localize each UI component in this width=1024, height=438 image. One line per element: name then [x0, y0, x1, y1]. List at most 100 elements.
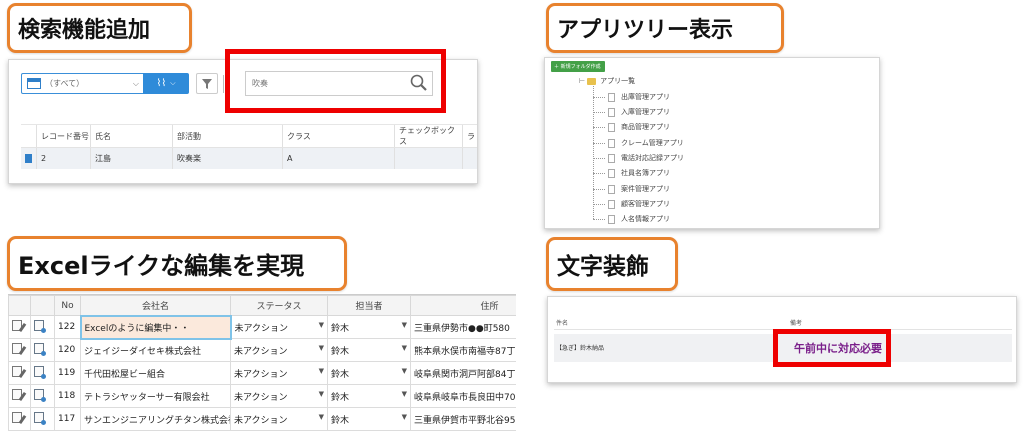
cell-status[interactable]: 未アクション ▼: [230, 407, 328, 431]
dropdown-arrow-icon[interactable]: ▼: [402, 344, 407, 357]
cell-no: 120: [54, 338, 81, 362]
tree-item-label: 顧客管理アプリ: [621, 200, 670, 208]
col-address: 住所: [410, 295, 516, 316]
tree-item[interactable]: 案件管理アプリ: [593, 183, 670, 195]
cell-person[interactable]: 鈴木 ▼: [327, 338, 411, 362]
tree-item[interactable]: 出庫管理アプリ: [593, 91, 670, 103]
cell-person[interactable]: 鈴木 ▼: [327, 384, 411, 408]
dropdown-arrow-icon[interactable]: ▼: [319, 413, 324, 426]
edit-icon[interactable]: [12, 389, 22, 400]
tree-item[interactable]: 人名情報アプリ: [593, 213, 670, 225]
copy-icon[interactable]: [34, 343, 46, 356]
page-icon: [608, 138, 615, 148]
excel-grid: No 会社名 ステータス 担当者 住所 122 Excelのように編集中・・ 未…: [8, 295, 516, 431]
dropdown-arrow-icon[interactable]: ▼: [402, 390, 407, 403]
tree-item-label: 電話対応記録アプリ: [621, 154, 684, 162]
cell-company-editing[interactable]: Excelのように編集中・・: [79, 314, 232, 340]
excel-grid-panel: No 会社名 ステータス 担当者 住所 122 Excelのように編集中・・ 未…: [8, 294, 516, 438]
record-table-header: レコード番号 氏名 部活動 クラス チェックボックス ラ: [21, 124, 477, 147]
cell-address[interactable]: 三重県伊賀市平野北谷95丁目7: [410, 407, 516, 431]
cell-status[interactable]: 未アクション ▼: [230, 315, 328, 339]
cell-status[interactable]: 未アクション ▼: [230, 338, 328, 362]
cell-subject: 【急ぎ】鈴木納品: [556, 345, 605, 352]
cell-status[interactable]: 未アクション ▼: [230, 361, 328, 385]
grid-header-row: No 会社名 ステータス 担当者 住所: [8, 295, 516, 316]
copy-icon[interactable]: [34, 412, 46, 425]
page-icon: [608, 107, 615, 117]
person-value: 鈴木: [331, 392, 350, 403]
cell-company[interactable]: ジェイジーダイセキ株式会社: [80, 338, 231, 362]
person-value: 鈴木: [331, 323, 350, 334]
edit-icon[interactable]: [12, 343, 22, 354]
tree-item[interactable]: 電話対応記録アプリ: [593, 152, 684, 164]
edit-icon[interactable]: [12, 366, 22, 377]
dropdown-arrow-icon[interactable]: ▼: [402, 367, 407, 380]
dropdown-arrow-icon[interactable]: ▼: [402, 413, 407, 426]
tree-item-label: クレーム管理アプリ: [621, 139, 684, 147]
label-excel-editing: Excelライクな編集を実現: [7, 236, 347, 291]
table-row: 117 サンエンジニアリングチタン株式会社 未アクション ▼ 鈴木 ▼ 三重県伊賀市…: [8, 407, 516, 431]
table-row[interactable]: 2 江島 吹奏楽 A: [21, 147, 477, 169]
col-no: No: [54, 295, 81, 316]
page-icon: [608, 153, 615, 163]
filter-button[interactable]: [196, 73, 218, 94]
cell-company[interactable]: 千代田松屋ビー組合: [80, 361, 231, 385]
cell-address[interactable]: 三重県伊勢市●●町580: [410, 315, 516, 339]
tree-item[interactable]: 顧客管理アプリ: [593, 198, 670, 210]
cell-no: 122: [54, 315, 81, 339]
person-value: 鈴木: [331, 415, 350, 426]
cell-club: 吹奏楽: [173, 148, 283, 169]
page-icon: [608, 92, 615, 102]
col-copy: [30, 295, 55, 316]
dropdown-arrow-icon[interactable]: ▼: [319, 367, 324, 380]
cell-person[interactable]: 鈴木 ▼: [327, 315, 411, 339]
view-selector[interactable]: （すべて） ⌵: [21, 73, 145, 94]
table-row: 119 千代田松屋ビー組合 未アクション ▼ 鈴木 ▼ 岐阜県関市洞戸阿部84丁目8…: [8, 361, 516, 385]
cell-person[interactable]: 鈴木 ▼: [327, 361, 411, 385]
tree-item-label: 社員名簿アプリ: [621, 169, 670, 177]
new-folder-button[interactable]: ＋ 新規フォルダ作成: [551, 61, 605, 72]
tree-root[interactable]: ⊢ アプリ一覧: [579, 76, 635, 86]
dropdown-arrow-icon[interactable]: ▼: [319, 321, 324, 334]
app-tree-panel: ＋ 新規フォルダ作成 ⊢ アプリ一覧 出庫管理アプリ 入庫管理アプリ 商品管理ア…: [544, 57, 880, 229]
table-row: 120 ジェイジーダイセキ株式会社 未アクション ▼ 鈴木 ▼ 熊本県水俣市南福寺8…: [8, 338, 516, 362]
cell-status[interactable]: 未アクション ▼: [230, 384, 328, 408]
cell-person[interactable]: 鈴木 ▼: [327, 407, 411, 431]
col-note: 備考: [790, 320, 803, 327]
status-value: 未アクション: [234, 369, 288, 380]
cell-no: 119: [54, 361, 81, 385]
toolbar-divider: [223, 75, 224, 93]
tree-item-label: 出庫管理アプリ: [621, 93, 670, 101]
tree-item[interactable]: クレーム管理アプリ: [593, 137, 684, 149]
edit-icon[interactable]: [12, 412, 22, 423]
tree-item[interactable]: 入庫管理アプリ: [593, 106, 670, 118]
cell-company[interactable]: テトラシヤッターサー有限会社: [80, 384, 231, 408]
dropdown-arrow-icon[interactable]: ▼: [402, 321, 407, 334]
cell-address[interactable]: 岐阜県岐阜市長良田中70丁目8: [410, 384, 516, 408]
status-value: 未アクション: [234, 415, 288, 426]
graph-button[interactable]: ⌇⌇ ⌵: [143, 73, 189, 94]
dropdown-arrow-icon[interactable]: ▼: [319, 344, 324, 357]
page-icon: [608, 184, 615, 194]
copy-icon[interactable]: [34, 320, 46, 333]
cell-company[interactable]: サンエンジニアリングチタン株式会社: [80, 407, 231, 431]
cell-address[interactable]: 熊本県水俣市南福寺87丁目906: [410, 338, 516, 362]
cell-address[interactable]: 岐阜県関市洞戸阿部84丁目848: [410, 361, 516, 385]
label-search-feature: 検索機能追加: [7, 3, 192, 53]
page-icon: [608, 168, 615, 178]
edit-icon[interactable]: [12, 320, 22, 331]
dropdown-arrow-icon[interactable]: ▼: [319, 390, 324, 403]
copy-icon[interactable]: [34, 366, 46, 379]
col-checkbox: チェックボックス: [395, 125, 463, 147]
line-graph-icon: ⌇⌇: [156, 78, 167, 89]
col-extra: ラ: [467, 131, 475, 141]
cell-no: 117: [54, 407, 81, 431]
tree-item[interactable]: 社員名簿アプリ: [593, 167, 670, 179]
status-value: 未アクション: [234, 323, 289, 334]
tree-item[interactable]: 商品管理アプリ: [593, 121, 670, 133]
record-detail-icon[interactable]: [25, 154, 32, 163]
col-subject: 件名: [556, 320, 569, 327]
tree-collapse-icon[interactable]: ⊢: [579, 77, 585, 85]
copy-icon[interactable]: [34, 389, 46, 402]
table-row: 118 テトラシヤッターサー有限会社 未アクション ▼ 鈴木 ▼ 岐阜県岐阜市長良田…: [8, 384, 516, 408]
